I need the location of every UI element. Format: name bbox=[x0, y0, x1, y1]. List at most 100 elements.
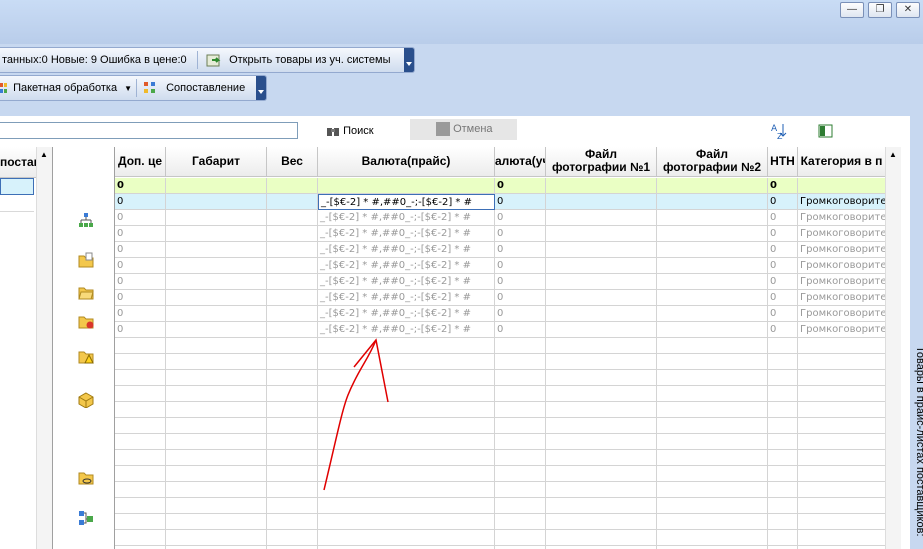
table-cell[interactable]: 0 bbox=[768, 322, 798, 338]
table-cell[interactable]: 0 bbox=[495, 306, 546, 322]
table-cell[interactable] bbox=[115, 386, 166, 402]
column-header[interactable]: НТН bbox=[768, 147, 798, 177]
table-cell[interactable] bbox=[798, 434, 886, 450]
table-row[interactable]: 0 _-[$€-2] * #,##0_-;-[$€-2] * #0 0 Громког… bbox=[115, 226, 886, 242]
close-button[interactable]: ✕ bbox=[896, 2, 920, 18]
table-cell[interactable]: 0 bbox=[495, 290, 546, 306]
table-cell[interactable] bbox=[166, 338, 267, 354]
table-cell[interactable] bbox=[768, 418, 798, 434]
table-cell[interactable] bbox=[267, 258, 318, 274]
table-cell[interactable] bbox=[267, 402, 318, 418]
table-cell[interactable] bbox=[318, 178, 495, 194]
grid-scrollbar[interactable]: ▲ bbox=[885, 147, 901, 549]
table-cell[interactable] bbox=[768, 482, 798, 498]
table-cell[interactable] bbox=[798, 386, 886, 402]
table-cell[interactable] bbox=[115, 354, 166, 370]
table-cell[interactable] bbox=[495, 498, 546, 514]
table-cell[interactable] bbox=[657, 514, 768, 530]
table-cell[interactable] bbox=[318, 370, 495, 386]
table-row[interactable]: 0 _-[$€-2] * #,##0_-;-[$€-2] * #0 0 Громког… bbox=[115, 274, 886, 290]
table-cell[interactable]: Громкоговорител bbox=[798, 242, 886, 258]
table-cell[interactable] bbox=[495, 482, 546, 498]
table-cell[interactable] bbox=[546, 514, 657, 530]
table-cell[interactable] bbox=[318, 338, 495, 354]
table-row[interactable]: 0 _-[$€-2] * #,##0_-;-[$€-2] * #0 0 Громког… bbox=[115, 242, 886, 258]
supplier-column-header[interactable]: постав bbox=[0, 147, 36, 178]
table-cell[interactable]: 0 bbox=[768, 258, 798, 274]
table-cell[interactable] bbox=[166, 194, 267, 210]
empty-row[interactable] bbox=[115, 418, 886, 434]
column-header[interactable]: Доп. це bbox=[115, 147, 166, 177]
table-cell[interactable] bbox=[166, 226, 267, 242]
table-cell[interactable] bbox=[798, 450, 886, 466]
export-excel-button[interactable] bbox=[818, 124, 834, 141]
table-cell[interactable] bbox=[768, 402, 798, 418]
column-header[interactable]: Габарит bbox=[166, 147, 267, 177]
table-cell[interactable] bbox=[657, 498, 768, 514]
table-cell[interactable] bbox=[546, 434, 657, 450]
table-cell[interactable]: _-[$€-2] * #,##0_-;-[$€-2] * # bbox=[318, 290, 495, 306]
table-cell[interactable] bbox=[657, 482, 768, 498]
cancel-search-button[interactable]: Отмена bbox=[410, 119, 517, 140]
table-cell[interactable] bbox=[495, 434, 546, 450]
table-cell[interactable] bbox=[798, 514, 886, 530]
table-cell[interactable] bbox=[166, 386, 267, 402]
table-cell[interactable] bbox=[267, 322, 318, 338]
table-cell[interactable] bbox=[657, 450, 768, 466]
table-cell[interactable] bbox=[657, 354, 768, 370]
table-cell[interactable] bbox=[318, 498, 495, 514]
table-cell[interactable]: 0 bbox=[768, 178, 798, 194]
table-cell[interactable] bbox=[546, 402, 657, 418]
table-cell[interactable] bbox=[267, 274, 318, 290]
table-cell[interactable] bbox=[318, 402, 495, 418]
empty-row[interactable] bbox=[115, 370, 886, 386]
table-cell[interactable] bbox=[267, 194, 318, 210]
table-cell[interactable] bbox=[657, 290, 768, 306]
table-cell[interactable]: 0 bbox=[768, 194, 798, 210]
table-cell[interactable] bbox=[546, 258, 657, 274]
table-cell[interactable] bbox=[267, 290, 318, 306]
table-cell[interactable] bbox=[798, 418, 886, 434]
network-add-icon[interactable] bbox=[78, 510, 94, 526]
minimize-button[interactable]: — bbox=[840, 2, 864, 18]
table-row-selected[interactable]: 0 _-[$€-2] * #,##0_-;-[$€-2] * #0 0 Громког… bbox=[115, 194, 886, 210]
tree-structure-icon[interactable] bbox=[78, 212, 94, 228]
table-cell[interactable] bbox=[267, 178, 318, 194]
table-cell[interactable] bbox=[768, 370, 798, 386]
folder-warning-icon[interactable] bbox=[78, 348, 94, 364]
table-cell[interactable] bbox=[657, 466, 768, 482]
table-cell[interactable]: 0 bbox=[115, 306, 166, 322]
empty-row[interactable] bbox=[115, 466, 886, 482]
column-header[interactable]: Файл фотографии №1 bbox=[546, 147, 657, 177]
table-cell[interactable] bbox=[166, 322, 267, 338]
table-cell[interactable] bbox=[657, 434, 768, 450]
table-cell[interactable] bbox=[546, 466, 657, 482]
batch-processing-button[interactable]: Пакетная обработка ▼ bbox=[0, 76, 132, 100]
table-cell[interactable] bbox=[657, 402, 768, 418]
table-cell[interactable]: Громкоговорител bbox=[798, 306, 886, 322]
table-cell[interactable]: _-[$€-2] * #,##0_-;-[$€-2] * # bbox=[318, 226, 495, 242]
table-cell[interactable] bbox=[267, 434, 318, 450]
table-cell[interactable] bbox=[768, 514, 798, 530]
table-cell[interactable]: 0 bbox=[115, 226, 166, 242]
table-cell[interactable] bbox=[166, 178, 267, 194]
table-cell[interactable] bbox=[115, 530, 166, 546]
table-cell[interactable] bbox=[546, 274, 657, 290]
table-cell[interactable] bbox=[495, 370, 546, 386]
total-row[interactable]: 0 0 0 bbox=[115, 178, 886, 194]
table-cell[interactable] bbox=[318, 514, 495, 530]
table-cell[interactable] bbox=[546, 530, 657, 546]
table-cell[interactable]: 0 bbox=[495, 258, 546, 274]
table-cell[interactable] bbox=[318, 386, 495, 402]
table-cell[interactable] bbox=[657, 258, 768, 274]
table-cell[interactable] bbox=[546, 306, 657, 322]
table-row[interactable]: 0 _-[$€-2] * #,##0_-;-[$€-2] * #0 0 Громког… bbox=[115, 322, 886, 338]
table-cell[interactable] bbox=[318, 354, 495, 370]
table-cell[interactable] bbox=[495, 466, 546, 482]
table-cell[interactable] bbox=[166, 402, 267, 418]
restore-button[interactable]: ❐ bbox=[868, 2, 892, 18]
toolbar-overflow-button[interactable] bbox=[404, 48, 414, 72]
table-cell[interactable]: 0 bbox=[495, 274, 546, 290]
table-cell[interactable] bbox=[546, 354, 657, 370]
table-cell[interactable] bbox=[657, 530, 768, 546]
